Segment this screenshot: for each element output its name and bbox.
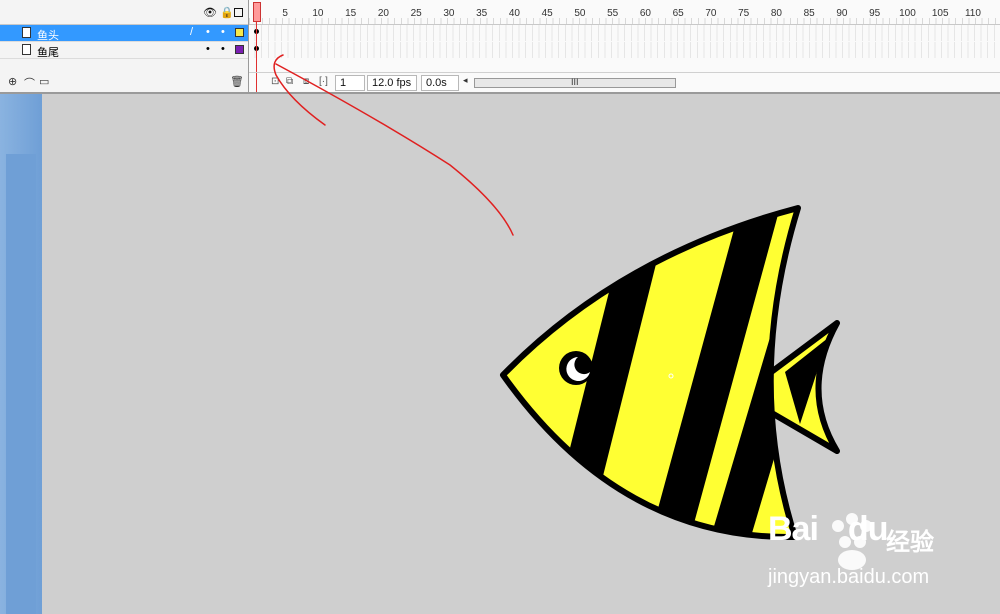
annotation-arrow [273, 54, 514, 236]
watermark-logo-part2: du [847, 510, 889, 548]
watermark-logo-part1: Bai [768, 510, 819, 548]
fish-eye [559, 351, 593, 385]
watermark-brand: 经验 [886, 529, 934, 556]
fish-tail[interactable] [767, 320, 840, 454]
watermark-url: jingyan.baidu.com [768, 566, 930, 588]
watermark-logo: Bai du [768, 510, 889, 549]
